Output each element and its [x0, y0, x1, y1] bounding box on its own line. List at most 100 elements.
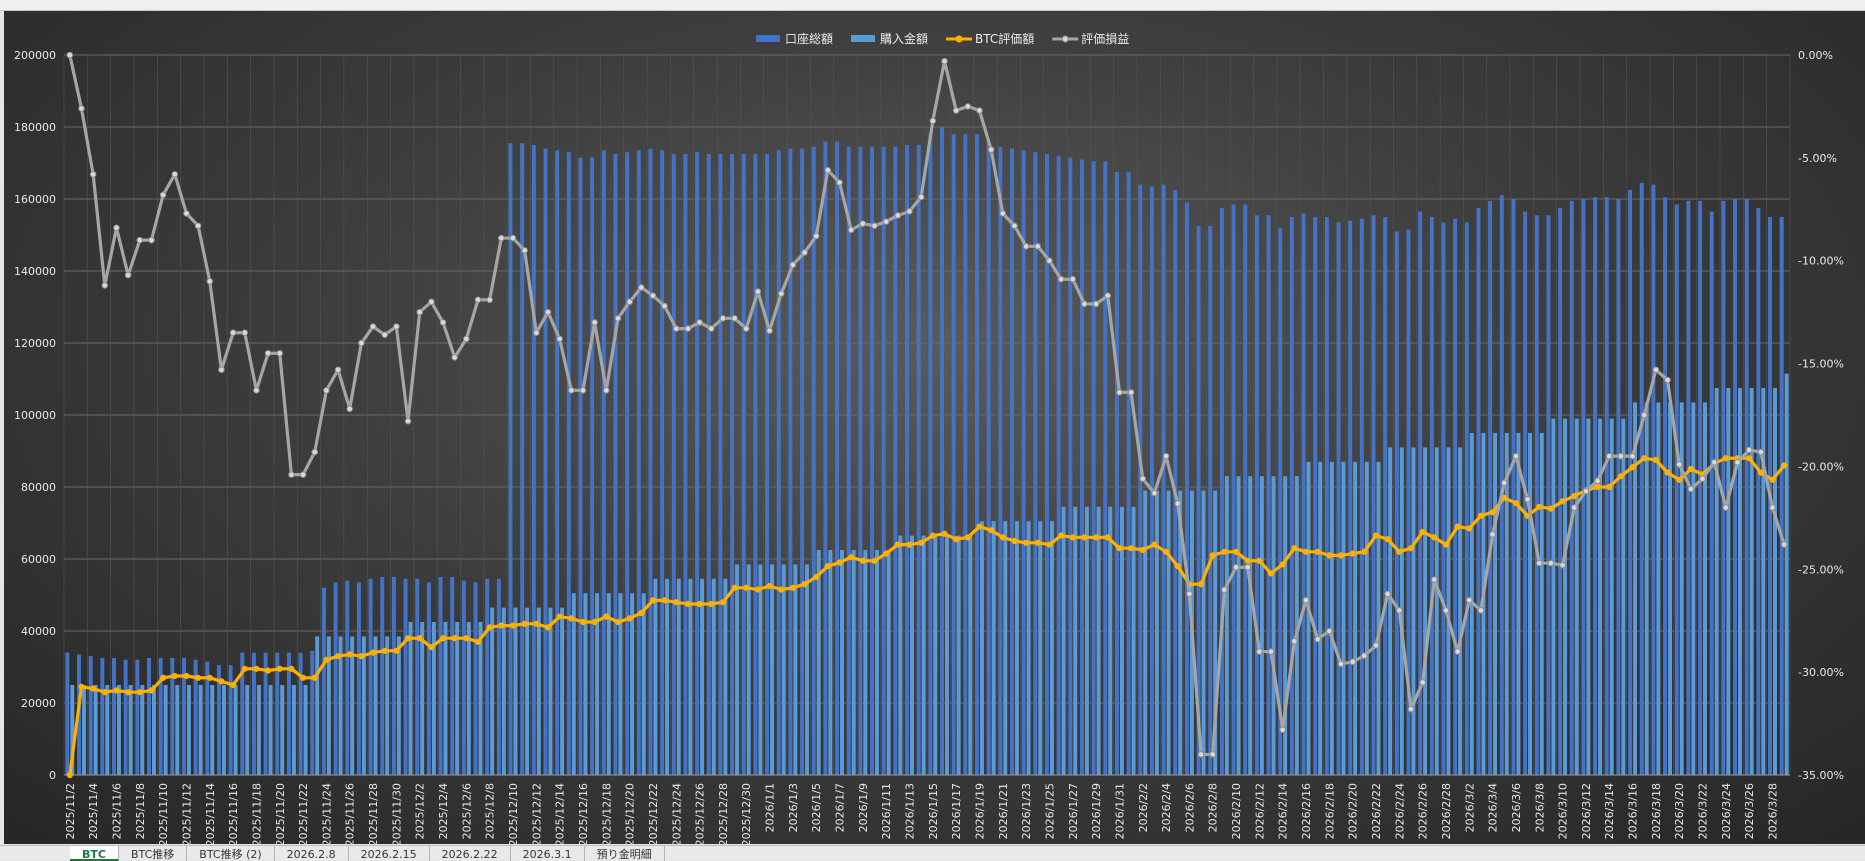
sheet-tab[interactable]: 2026.2.8 [275, 846, 349, 861]
bar-total [1324, 217, 1329, 775]
x-tick-label: 2026/1/17 [950, 783, 963, 839]
bar-purchase [688, 578, 693, 775]
bar-purchase [385, 636, 390, 775]
bar-total [893, 146, 898, 776]
sheet-tab[interactable]: 2026.2.22 [430, 846, 511, 861]
bar-purchase [1248, 476, 1253, 775]
bar-purchase [653, 578, 658, 775]
bar-total [438, 577, 443, 775]
btc-value-point [1162, 548, 1170, 555]
bar-total [531, 145, 536, 775]
pnl-point [1314, 635, 1321, 643]
btc-value-point [1384, 536, 1391, 543]
pnl-point [1547, 559, 1555, 567]
pnl-point [742, 325, 750, 332]
x-tick-label: 2026/3/8 [1533, 783, 1546, 832]
chart-area[interactable]: 0 20000 40000 60000 80000 100000 120000 140000 1… [4, 11, 1865, 844]
pnl-point [78, 105, 85, 112]
pnl-point [1104, 292, 1112, 299]
bar-purchase [466, 622, 471, 775]
sheet-tab[interactable]: 2026.3.1 [511, 846, 585, 861]
pnl-point [183, 210, 190, 217]
bar-total [391, 577, 396, 775]
bar-purchase [280, 685, 285, 775]
x-tick-label: 2026/3/2 [1463, 783, 1476, 832]
sheet-tab[interactable]: 預り金明細 [585, 846, 665, 861]
bar-purchase [1014, 521, 1019, 775]
btc-value-point [416, 635, 423, 642]
x-tick-label: 2026/3/18 [1650, 783, 1663, 839]
btc-value-point [649, 597, 657, 604]
btc-value-point [579, 618, 587, 626]
btc-value-point [1547, 505, 1555, 512]
bar-total [1149, 186, 1154, 775]
bar-total [998, 146, 1003, 776]
btc-value-point [393, 647, 400, 654]
pnl-point [649, 292, 657, 299]
btc-value-point [1746, 455, 1753, 462]
bar-purchase [1364, 461, 1369, 775]
bar-total [1219, 208, 1224, 775]
bar-purchase [746, 564, 751, 775]
bar-total [356, 582, 361, 775]
btc-value-point [334, 653, 342, 660]
pnl-point [1361, 652, 1368, 659]
pnl-point [299, 471, 307, 478]
x-tick-label: 2025/11/20 [274, 783, 287, 844]
x-tick-label: 2025/12/16 [577, 783, 590, 844]
pnl-point [614, 315, 622, 322]
pnl-point [206, 277, 214, 285]
x-tick-label: 2026/1/19 [973, 783, 986, 839]
x-tick-label: 2026/2/18 [1323, 783, 1336, 839]
bar-total [123, 659, 128, 775]
bar-total [1289, 217, 1294, 775]
bar-purchase [291, 685, 296, 775]
bar-total [636, 150, 641, 775]
pnl-point [1116, 389, 1123, 396]
pnl-point [731, 315, 738, 322]
btc-value-point [533, 620, 540, 627]
pnl-point [1524, 496, 1531, 503]
btc-value-point [439, 635, 447, 642]
pnl-point [556, 335, 563, 343]
pnl-point [1757, 448, 1765, 456]
pnl-point [847, 226, 855, 234]
x-tick-label: 2026/1/27 [1067, 783, 1080, 839]
bar-total [1278, 227, 1283, 776]
bar-total [1394, 231, 1399, 775]
sheet-tab[interactable]: BTC [70, 846, 119, 861]
bar-purchase [221, 685, 226, 775]
sheet-tab[interactable]: BTC推移 [119, 846, 188, 861]
bar-total [1044, 154, 1049, 775]
btc-value-point [1267, 570, 1275, 577]
x-tick-label: 2025/12/24 [670, 783, 683, 844]
bar-purchase [979, 521, 984, 775]
btc-value-point [1221, 548, 1228, 555]
x-tick-label: 2025/11/16 [227, 783, 240, 844]
x-tick-label: 2025/11/28 [367, 783, 380, 844]
btc-value-point [1442, 541, 1450, 548]
bar-total [1126, 172, 1131, 775]
bar-total [403, 578, 408, 775]
bar-total [310, 650, 315, 775]
pnl-point [1465, 596, 1473, 604]
bar-total [1744, 199, 1749, 775]
pnl-point [1337, 660, 1345, 668]
btc-value-point [101, 689, 108, 696]
x-tick-label: 2026/3/22 [1697, 783, 1710, 839]
bar-total [905, 145, 910, 775]
y-left-tick-label: 40000 [21, 625, 56, 638]
pnl-point [1722, 504, 1730, 511]
sheet-tab[interactable]: BTC推移 (2) [187, 846, 275, 861]
btc-value-point [929, 532, 936, 539]
btc-value-point [673, 599, 680, 606]
bar-purchase [478, 622, 483, 775]
sheet-tab[interactable]: 2026.2.15 [349, 846, 430, 861]
x-tick-label: 2025/11/12 [180, 783, 193, 844]
x-tick-label: 2026/2/8 [1207, 783, 1220, 832]
x-tick-label: 2026/2/12 [1253, 783, 1266, 839]
x-tick-label: 2026/3/12 [1580, 783, 1593, 839]
bar-total [1581, 199, 1586, 775]
pnl-point [637, 284, 645, 291]
bar-total [823, 141, 828, 775]
